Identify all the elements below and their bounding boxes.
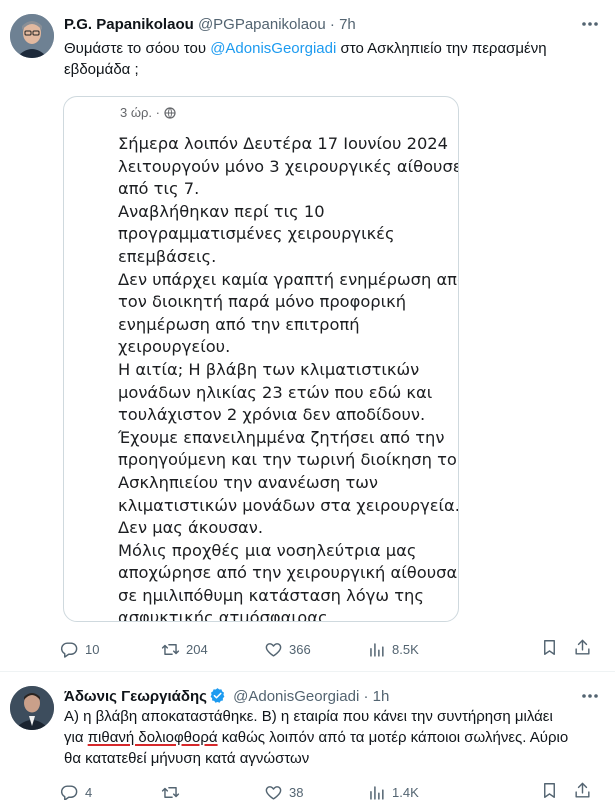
tweet-text-part: καθώς λοιπόν από τα μοτέρ κάποιοι σωλήνε… xyxy=(217,729,569,746)
timestamp[interactable]: 7h xyxy=(339,16,356,33)
embed-line: Σήμερα λοιπόν Δευτέρα 17 Ιουνίου 2024 xyxy=(118,134,449,153)
like-button[interactable]: 366 xyxy=(264,638,367,660)
like-count: 38 xyxy=(289,784,304,800)
embed-line: Μόλις προχθές μια νοσηλεύτρια μας xyxy=(118,540,417,560)
like-icon xyxy=(265,785,282,800)
views-icon xyxy=(370,642,384,657)
globe-icon xyxy=(164,106,176,119)
more-icon[interactable] xyxy=(579,686,601,706)
embed-line: κλιματιστικών μονάδων στα χειρουργεία. xyxy=(118,495,459,515)
embed-line: Η αιτία; Η βλάβη των κλιματιστικών xyxy=(118,359,420,379)
tweet-actions: 10 204 366 8.5K xyxy=(60,638,600,660)
views-icon xyxy=(370,785,384,800)
embed-line: Δεν υπάρχει καμία γραπτή ενημέρωση από xyxy=(118,269,459,289)
share-icon[interactable] xyxy=(573,638,592,657)
author-name[interactable]: P.G. Papanikolaou xyxy=(64,16,194,33)
embed-body: Σήμερα λοιπόν Δευτέρα 17 Ιουνίου 2024 λε… xyxy=(118,133,459,622)
embed-line: ενημέρωση από την επιτροπή xyxy=(118,314,360,334)
tweet-papanikolaou[interactable]: P.G. Papanikolaou @PGPapanikolaou · 7h Θ… xyxy=(0,0,615,672)
embed-time: 3 ώρ. · xyxy=(120,105,160,120)
tweet-actions: 4 38 1.4K xyxy=(60,781,600,800)
retweet-button[interactable] xyxy=(161,781,264,800)
embed-line: Ασκληπιείου την ανανέωση των xyxy=(118,472,379,492)
tweet-header: P.G. Papanikolaou @PGPapanikolaou · 7h xyxy=(64,15,356,35)
author-name[interactable]: Άδωνις Γεωργιάδης xyxy=(64,688,207,705)
embedded-image[interactable]: 3 ώρ. · Σήμερα λοιπόν Δευτέρα 17 Ιουνίου… xyxy=(63,96,459,622)
tweet-text: Α) η βλάβη αποκαταστάθηκε. Β) η εταιρία … xyxy=(64,706,604,769)
tweet-text-line: Α) η βλάβη αποκαταστάθηκε. Β) η εταιρία … xyxy=(64,708,553,725)
more-icon[interactable] xyxy=(579,14,601,34)
underlined-phrase: πιθανή δολιοφθορά xyxy=(87,729,218,746)
share-group xyxy=(540,781,592,800)
like-count: 366 xyxy=(289,641,311,657)
retweet-count: 204 xyxy=(186,641,208,657)
embed-line: από τις 7. xyxy=(118,179,200,199)
author-handle[interactable]: @AdonisGeorgiadi xyxy=(233,688,359,705)
embed-line: επεμβάσεις. xyxy=(118,246,217,266)
embed-line: ασφυκτικής ατμόσφαιρας. xyxy=(118,608,333,622)
retweet-button[interactable]: 204 xyxy=(161,638,264,660)
tweet-text-part: για xyxy=(64,729,88,746)
embed-line: σε ημιλιπόθυμη κατάσταση λόγω της xyxy=(118,585,424,605)
views-button[interactable]: 8.5K xyxy=(367,638,504,660)
reply-count: 4 xyxy=(85,784,93,800)
author-handle[interactable]: @PGPapanikolaou xyxy=(198,16,326,33)
bookmark-icon[interactable] xyxy=(540,781,559,800)
reply-icon xyxy=(60,784,78,800)
embed-line: αποχώρησε από την χειρουργική αίθουσα xyxy=(118,563,458,583)
separator-dot: · xyxy=(363,688,369,705)
retweet-icon xyxy=(161,643,180,655)
tweet-text-line: θα κατατεθεί μήνυση κατά αγνώστων xyxy=(64,750,310,767)
tweet-text-line: για πιθανή δολιοφθορά καθώς λοιπόν από τ… xyxy=(64,727,604,748)
reply-count: 10 xyxy=(85,641,100,657)
embed-meta: 3 ώρ. · xyxy=(120,105,176,120)
views-count: 8.5K xyxy=(392,641,419,657)
share-group xyxy=(540,638,592,657)
like-icon xyxy=(265,642,282,657)
embed-line: τουλάχιστον 2 χρόνια δεν αποδίδουν. xyxy=(118,405,426,425)
timestamp[interactable]: 1h xyxy=(373,688,390,705)
tweet-georgiadis[interactable]: Άδωνις Γεωργιάδης @AdonisGeorgiadi · 1h … xyxy=(0,672,615,800)
share-icon[interactable] xyxy=(573,781,592,800)
views-button[interactable]: 1.4K xyxy=(367,781,504,800)
embed-line: τον διοικητή παρά μόνο προφορική xyxy=(118,292,407,312)
embed-line: λειτουργούν μόνο 3 χειρουργικές αίθουσες xyxy=(118,156,459,176)
bookmark-icon[interactable] xyxy=(540,638,559,657)
avatar[interactable] xyxy=(10,686,54,730)
retweet-icon xyxy=(161,786,180,798)
embed-line: χειρουργείου. xyxy=(118,337,231,357)
embed-line: προηγούμενη και την τωρινή διοίκηση του xyxy=(118,450,459,470)
embed-line: Έχουμε επανειλημμένα ζητήσει από την xyxy=(118,427,445,447)
tweet-header: Άδωνις Γεωργιάδης @AdonisGeorgiadi · 1h xyxy=(64,687,389,707)
verified-icon xyxy=(210,688,225,703)
views-count: 1.4K xyxy=(392,784,419,800)
reply-button[interactable]: 10 xyxy=(60,638,161,660)
embed-line: προγραμματισμένες χειρουργικές xyxy=(118,224,395,244)
embed-line: μονάδων ηλικίας 23 ετών που εδώ και xyxy=(118,382,433,402)
reply-icon xyxy=(60,641,78,658)
embed-line: Δεν μας άκουσαν. xyxy=(118,518,264,538)
embed-author-cut xyxy=(108,97,168,101)
separator-dot: · xyxy=(329,16,335,33)
reply-button[interactable]: 4 xyxy=(60,781,161,800)
mention-link[interactable]: @AdonisGeorgiadi xyxy=(210,40,336,57)
like-button[interactable]: 38 xyxy=(264,781,367,800)
tweet-text-part: Θυμάστε το σόου του xyxy=(64,40,211,57)
embed-line: Αναβλήθηκαν περί τις 10 xyxy=(118,201,325,221)
tweet-text: Θυμάστε το σόου του @AdonisGeorgiadi στο… xyxy=(64,38,594,80)
avatar[interactable] xyxy=(10,14,54,58)
